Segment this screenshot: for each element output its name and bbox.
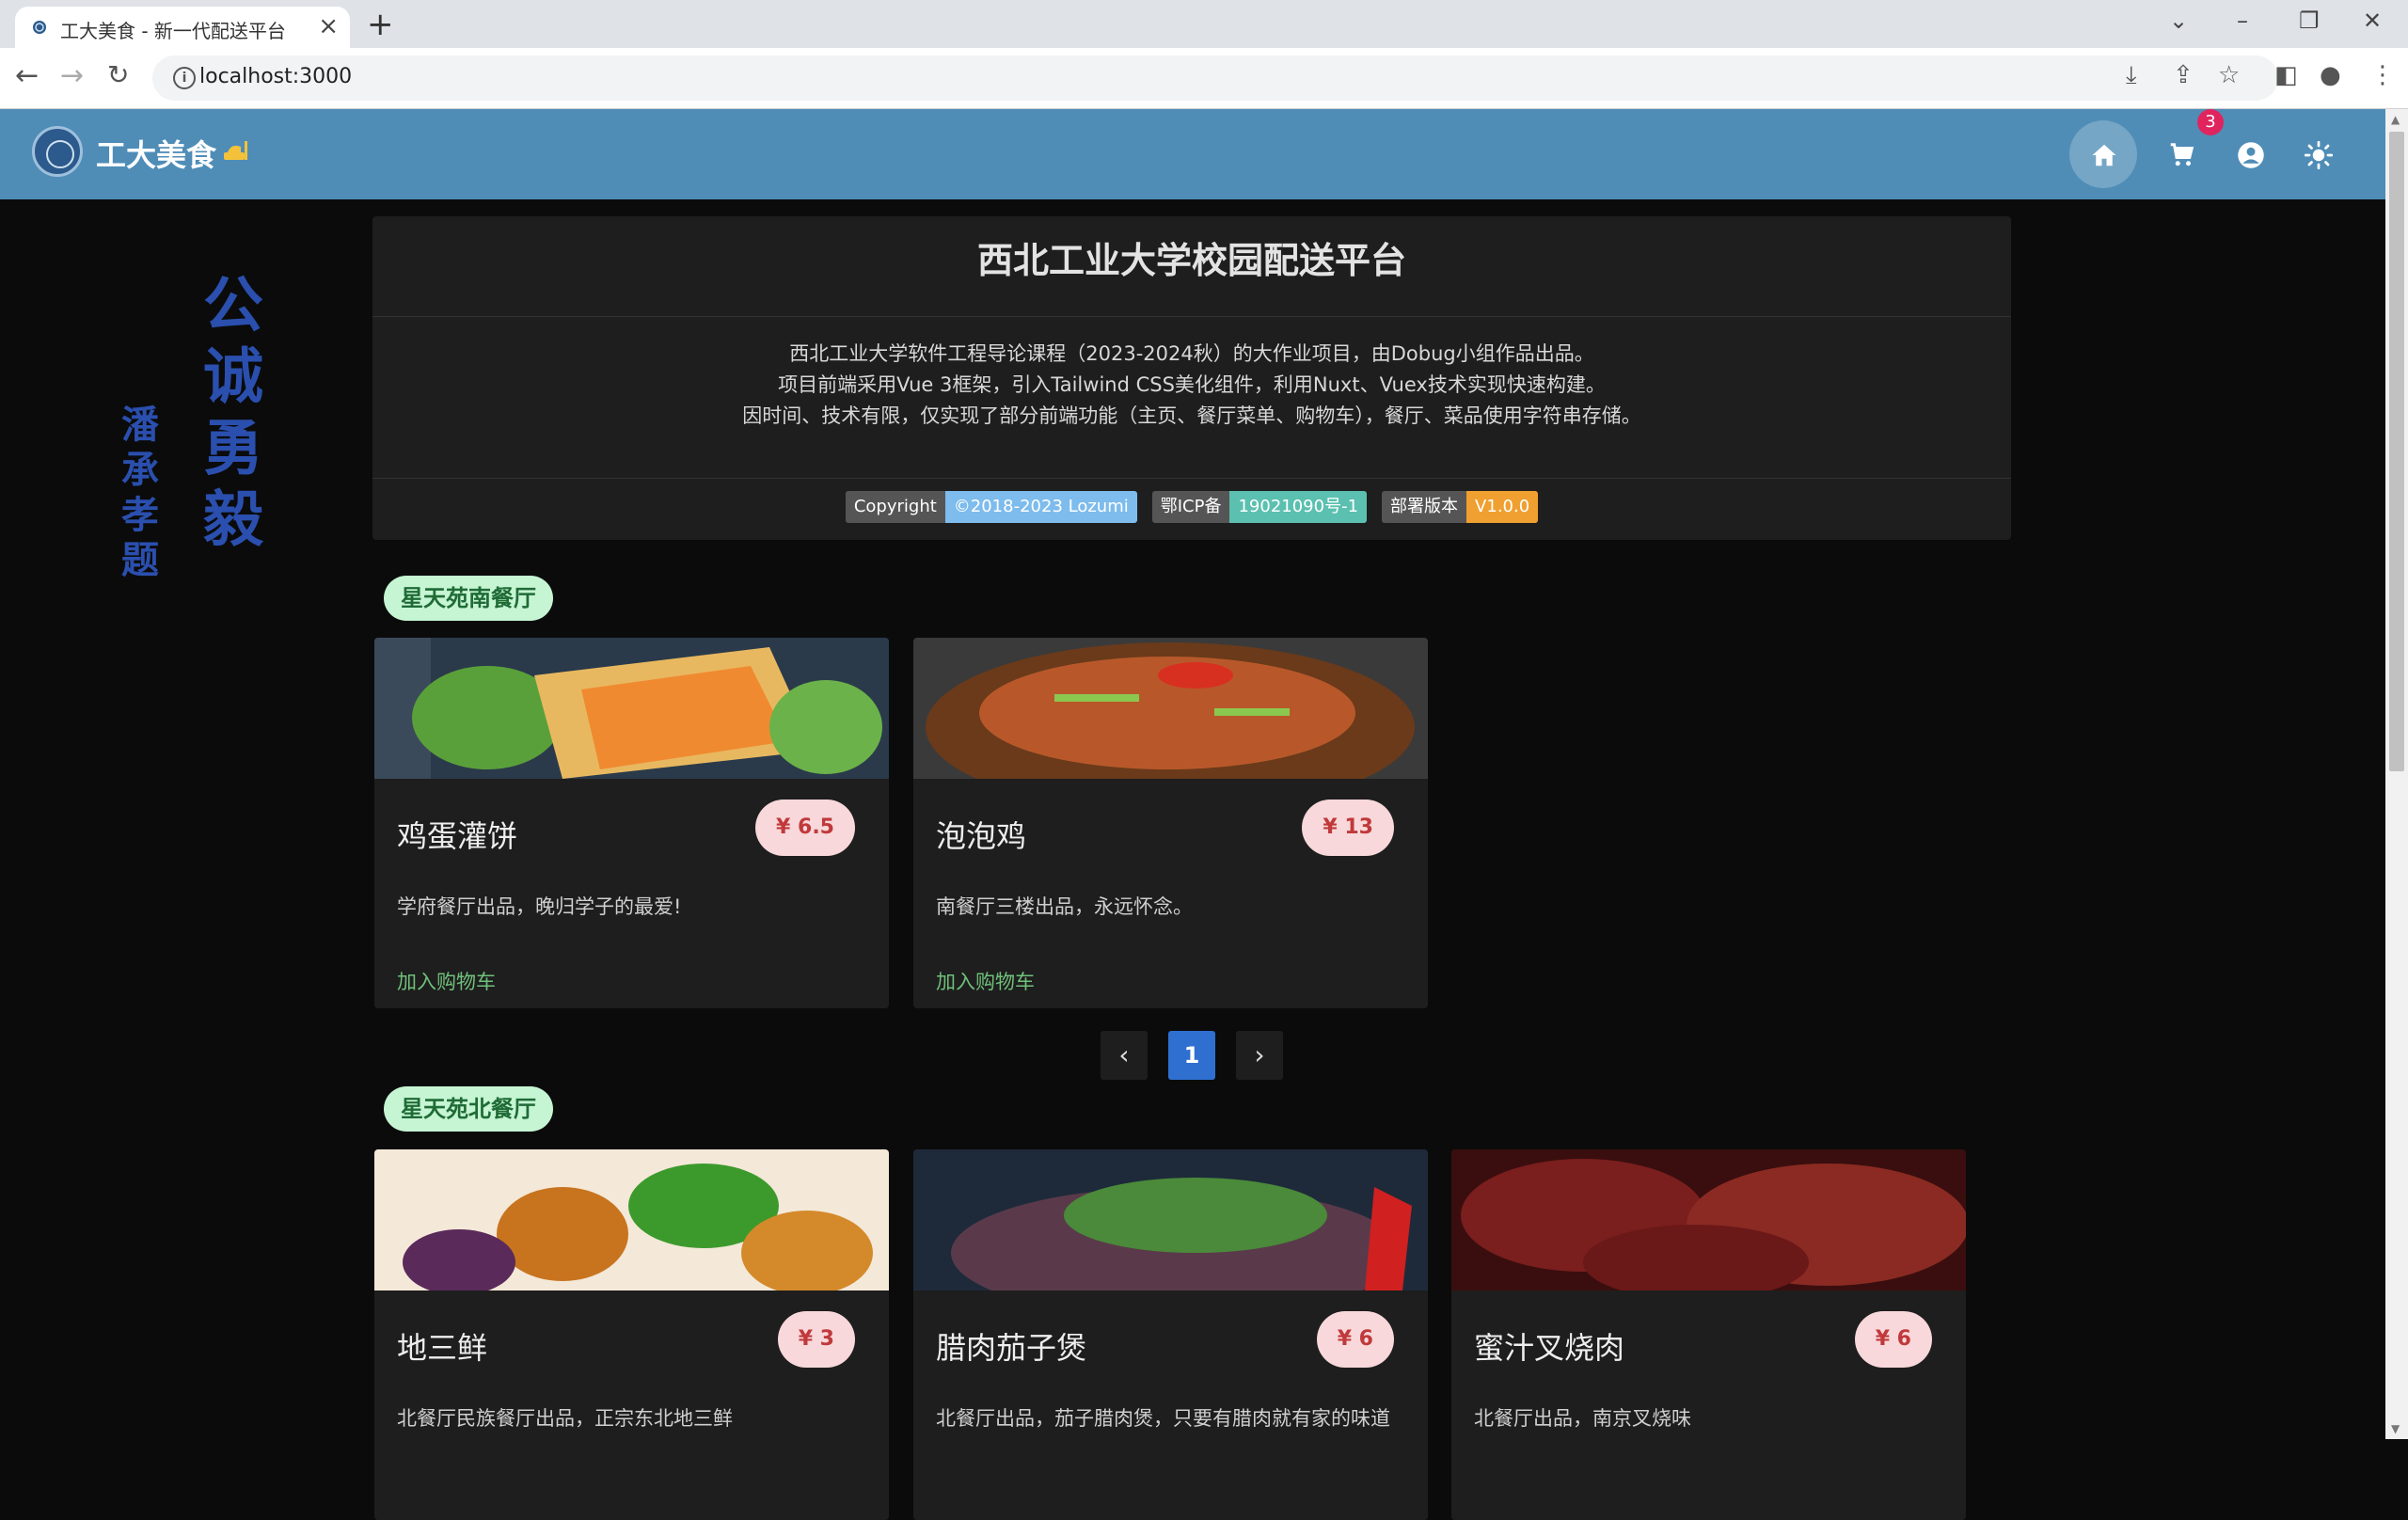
add-to-cart-button[interactable]: 加入购物车 — [397, 967, 496, 995]
menu-icon[interactable]: ⋮ — [2370, 61, 2395, 89]
tab-title: 工大美食 - 新一代配送平台 — [60, 20, 286, 42]
forward-icon[interactable]: → — [60, 59, 84, 92]
browser-tabbar: 工大美食 - 新一代配送平台 × + ⌄ – ❐ ✕ — [0, 0, 2408, 48]
close-tab-icon[interactable]: × — [318, 12, 339, 40]
url-text: localhost:3000 — [199, 65, 353, 88]
dish-name: 腊肉茄子煲 — [936, 1330, 1087, 1366]
dish-card: 蜜汁叉烧肉 ¥ 6 北餐厅出品，南京叉烧味 — [1451, 1149, 1966, 1520]
dish-description: 北餐厅出品，南京叉烧味 — [1474, 1407, 1691, 1430]
dish-image — [913, 1149, 1428, 1290]
theme-toggle-button[interactable] — [2284, 120, 2352, 188]
divider — [372, 478, 2011, 479]
app-header: 工大美食 — [0, 109, 2385, 199]
dish-description: 北餐厅出品，茄子腊肉煲，只要有腊肉就有家的味道 — [936, 1407, 1390, 1430]
dish-card: 泡泡鸡 ¥ 13 南餐厅三楼出品，永远怀念。 加入购物车 — [913, 638, 1428, 1008]
dish-card: 鸡蛋灌饼 ¥ 6.5 学府餐厅出品，晚归学子的最爱! 加入购物车 — [374, 638, 889, 1008]
address-bar[interactable]: i localhost:3000 — [152, 55, 2278, 101]
dish-description: 学府餐厅出品，晚归学子的最爱! — [397, 895, 682, 918]
description-line: 因时间、技术有限，仅实现了部分前端功能（主页、餐厅菜单、购物车），餐厅、菜品使用… — [742, 404, 1641, 427]
add-to-cart-button[interactable]: 加入购物车 — [936, 967, 1035, 995]
scroll-thumb[interactable] — [2389, 132, 2404, 771]
description-line: 项目前端采用Vue 3框架，引入Tailwind CSS美化组件，利用Nuxt、… — [778, 373, 1606, 396]
dish-price: ¥ 3 — [777, 1311, 855, 1368]
account-button[interactable] — [2216, 120, 2284, 188]
prev-page-button[interactable]: ‹ — [1101, 1031, 1148, 1080]
dish-card: 地三鲜 ¥ 3 北餐厅民族餐厅出品，正宗东北地三鲜 — [374, 1149, 889, 1520]
scroll-down-icon[interactable]: ▼ — [2391, 1422, 2400, 1435]
project-description: 西北工业大学软件工程导论课程（2023-2024秋）的大作业项目，由Dobug小… — [372, 339, 2011, 432]
dish-name: 泡泡鸡 — [936, 818, 1027, 854]
dish-name: 鸡蛋灌饼 — [397, 818, 518, 854]
favicon-icon — [33, 21, 46, 34]
copyright-badge: Copyright ©2018-2023 Lozumi — [845, 491, 1137, 523]
icp-badge[interactable]: 鄂ICP备 19021090号-1 — [1151, 491, 1368, 523]
description-line: 西北工业大学软件工程导论课程（2023-2024秋）的大作业项目，由Dobug小… — [789, 342, 1594, 365]
dish-image — [374, 1149, 889, 1290]
dish-image — [374, 638, 889, 779]
platform-title: 西北工业大学校园配送平台 — [976, 240, 1406, 281]
dish-description: 北餐厅民族餐厅出品，正宗东北地三鲜 — [397, 1407, 733, 1430]
dish-price: ¥ 6 — [1316, 1311, 1394, 1368]
university-logo[interactable] — [32, 126, 83, 177]
scroll-up-icon[interactable]: ▲ — [2391, 113, 2400, 126]
minimize-icon[interactable]: – — [2237, 8, 2248, 34]
page-scrollbar[interactable]: ▲ ▼ — [2385, 109, 2408, 1439]
dish-name: 地三鲜 — [397, 1330, 488, 1366]
divider — [372, 316, 2011, 317]
account-circle-icon — [2238, 142, 2264, 168]
back-icon[interactable]: ← — [15, 59, 39, 92]
dish-image — [913, 638, 1428, 779]
brand-title[interactable]: 工大美食 — [96, 132, 216, 175]
info-card: 西北工业大学校园配送平台 西北工业大学软件工程导论课程（2023-2024秋）的… — [372, 216, 2011, 540]
page-1-button[interactable]: 1 — [1168, 1031, 1215, 1080]
sun-icon — [2305, 141, 2333, 169]
new-tab-icon[interactable]: + — [367, 6, 394, 43]
badge-row: Copyright ©2018-2023 Lozumi 鄂ICP备 19021090号… — [372, 491, 2011, 523]
home-button[interactable] — [2069, 120, 2137, 188]
dish-price: ¥ 6.5 — [755, 800, 855, 856]
restaurant-chip-north[interactable]: 星天苑北餐厅 — [384, 1086, 553, 1132]
browser-toolbar: ← → ↻ i localhost:3000 ⤓ ⇪ ☆ ◧ ● ⋮ — [0, 48, 2408, 109]
close-window-icon[interactable]: ✕ — [2363, 8, 2382, 34]
tab-search-icon[interactable]: ⌄ — [2169, 8, 2188, 34]
dish-price: ¥ 13 — [1302, 800, 1394, 856]
calligraphy-signature: 潘承孝题 — [115, 404, 159, 585]
profile-icon[interactable]: ● — [2320, 61, 2341, 89]
install-icon[interactable]: ⤓ — [2126, 61, 2137, 90]
site-info-icon[interactable]: i — [173, 67, 196, 89]
food-icon — [224, 141, 247, 160]
restaurant-chip-south[interactable]: 星天苑南餐厅 — [384, 576, 553, 621]
share-icon[interactable]: ⇪ — [2173, 61, 2194, 89]
home-icon — [2092, 144, 2116, 166]
dish-price: ¥ 6 — [1854, 1311, 1932, 1368]
bookmark-star-icon[interactable]: ☆ — [2218, 61, 2240, 89]
dish-image — [1451, 1149, 1966, 1290]
side-panel-icon[interactable]: ◧ — [2274, 61, 2298, 89]
version-badge: 部署版本 V1.0.0 — [1382, 491, 1539, 523]
browser-tab[interactable]: 工大美食 - 新一代配送平台 × — [15, 7, 350, 48]
dish-name: 蜜汁叉烧肉 — [1474, 1330, 1625, 1366]
restore-icon[interactable]: ❐ — [2299, 8, 2320, 34]
dish-description: 南餐厅三楼出品，永远怀念。 — [936, 895, 1193, 918]
cart-icon — [2170, 143, 2194, 166]
calligraphy-motto: 公诚勇毅 — [193, 273, 263, 559]
reload-icon[interactable]: ↻ — [107, 59, 129, 90]
next-page-button[interactable]: › — [1236, 1031, 1283, 1080]
cart-count-badge: 3 — [2197, 109, 2224, 135]
dish-card: 腊肉茄子煲 ¥ 6 北餐厅出品，茄子腊肉煲，只要有腊肉就有家的味道 — [913, 1149, 1428, 1520]
